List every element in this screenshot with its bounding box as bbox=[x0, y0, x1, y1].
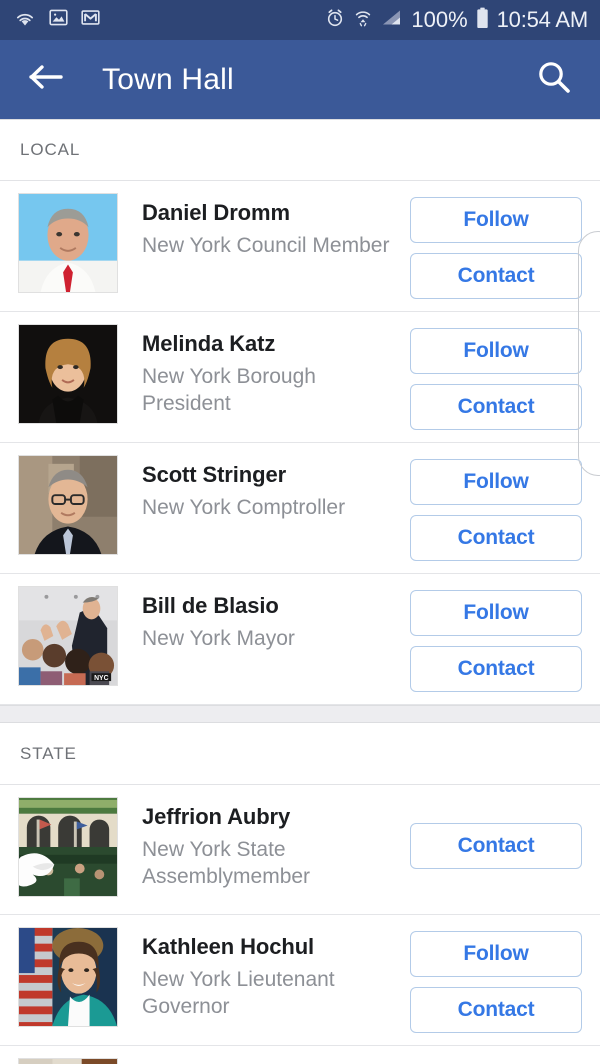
section-label: STATE bbox=[20, 743, 77, 763]
list-item[interactable]: NYC Bill de Blasio New York Mayor Follow… bbox=[0, 574, 600, 705]
row-actions: Follow Contact bbox=[410, 586, 582, 692]
officials-list[interactable]: LOCAL Daniel Dromm New York Council Memb… bbox=[0, 119, 600, 1064]
app-bar: Town Hall bbox=[0, 40, 600, 119]
status-bar-left-icons bbox=[14, 8, 100, 32]
avatar bbox=[18, 324, 118, 424]
wifi-icon bbox=[14, 9, 36, 32]
avatar bbox=[18, 797, 118, 897]
list-item[interactable]: Daniel Dromm New York Council Member Fol… bbox=[0, 181, 600, 312]
row-actions: Follow Contact bbox=[410, 324, 582, 430]
contact-button[interactable]: Contact bbox=[410, 253, 582, 299]
wifi-transfer-icon bbox=[353, 8, 373, 33]
person-info: Daniel Dromm New York Council Member bbox=[118, 193, 410, 259]
person-role: New York Council Member bbox=[142, 233, 390, 257]
person-role: New York State Assemblymember bbox=[142, 837, 311, 889]
follow-button[interactable]: Follow bbox=[410, 459, 582, 505]
contact-button[interactable]: Contact bbox=[410, 515, 582, 561]
avatar bbox=[18, 1058, 118, 1064]
avatar: NYC bbox=[18, 586, 118, 686]
signal-icon bbox=[381, 8, 403, 32]
person-role: New York Lieutenant Governor bbox=[142, 967, 335, 1019]
follow-button[interactable]: Follow bbox=[410, 931, 582, 977]
status-bar-right-icons: 100% 10:54 AM bbox=[325, 7, 588, 34]
search-button[interactable] bbox=[530, 56, 578, 104]
person-info: Bill de Blasio New York Mayor bbox=[118, 586, 410, 652]
person-name: Melinda Katz bbox=[142, 331, 276, 356]
person-name: Daniel Dromm bbox=[142, 200, 290, 225]
follow-button[interactable]: Follow bbox=[410, 328, 582, 374]
row-actions: Follow Contact bbox=[410, 193, 582, 299]
person-role: New York Mayor bbox=[142, 626, 295, 650]
photo-icon bbox=[49, 8, 68, 32]
section-header-local: LOCAL bbox=[0, 119, 600, 181]
row-actions: Follow Contact bbox=[410, 455, 582, 561]
section-state: STATE Jeffrion Aubry New York State Asse… bbox=[0, 723, 600, 1064]
person-name: Jeffrion Aubry bbox=[142, 804, 291, 829]
person-name: Bill de Blasio bbox=[142, 593, 279, 618]
alarm-icon bbox=[325, 8, 345, 33]
person-info: Melinda Katz New York Borough President bbox=[118, 324, 410, 418]
section-header-state: STATE bbox=[0, 723, 600, 785]
person-name: Kathleen Hochul bbox=[142, 934, 315, 959]
contact-button[interactable]: Contact bbox=[410, 823, 582, 869]
arrow-left-icon bbox=[27, 62, 67, 97]
row-actions: Contact bbox=[410, 797, 582, 869]
back-button[interactable] bbox=[24, 57, 70, 103]
person-info: Andrew Cuomo bbox=[118, 1058, 410, 1064]
clock-label: 10:54 AM bbox=[496, 7, 589, 32]
list-item[interactable]: Andrew Cuomo Contact bbox=[0, 1046, 600, 1064]
person-info: Jeffrion Aubry New York State Assemblyme… bbox=[118, 797, 410, 891]
list-item[interactable]: Kathleen Hochul New York Lieutenant Gove… bbox=[0, 915, 600, 1046]
avatar bbox=[18, 455, 118, 555]
battery-icon bbox=[476, 7, 489, 34]
person-role: New York Borough President bbox=[142, 364, 316, 416]
person-name: Scott Stringer bbox=[142, 462, 287, 487]
list-item[interactable]: Scott Stringer New York Comptroller Foll… bbox=[0, 443, 600, 574]
person-role: New York Comptroller bbox=[142, 495, 346, 519]
svg-text:NYC: NYC bbox=[94, 675, 109, 682]
contact-button[interactable]: Contact bbox=[410, 646, 582, 692]
town-hall-screen: 100% 10:54 AM Town Hall LOCAL Daniel Dro… bbox=[0, 0, 600, 1064]
list-item[interactable]: Jeffrion Aubry New York State Assemblyme… bbox=[0, 785, 600, 915]
avatar bbox=[18, 927, 118, 1027]
list-item[interactable]: Melinda Katz New York Borough President … bbox=[0, 312, 600, 443]
person-info: Kathleen Hochul New York Lieutenant Gove… bbox=[118, 927, 410, 1021]
section-label: LOCAL bbox=[20, 140, 81, 159]
status-bar: 100% 10:54 AM bbox=[0, 0, 600, 40]
battery-percent-label: 100% bbox=[411, 7, 468, 32]
section-divider bbox=[0, 705, 600, 723]
follow-button[interactable]: Follow bbox=[410, 197, 582, 243]
person-info: Scott Stringer New York Comptroller bbox=[118, 455, 410, 521]
row-actions: Follow Contact bbox=[410, 927, 582, 1033]
avatar bbox=[18, 193, 118, 293]
page-title: Town Hall bbox=[102, 62, 234, 96]
search-icon bbox=[534, 57, 574, 102]
follow-button[interactable]: Follow bbox=[410, 590, 582, 636]
row-actions: Contact bbox=[410, 1058, 582, 1064]
section-local: LOCAL Daniel Dromm New York Council Memb… bbox=[0, 119, 600, 705]
contact-button[interactable]: Contact bbox=[410, 384, 582, 430]
gmail-icon bbox=[81, 8, 100, 32]
contact-button[interactable]: Contact bbox=[410, 987, 582, 1033]
